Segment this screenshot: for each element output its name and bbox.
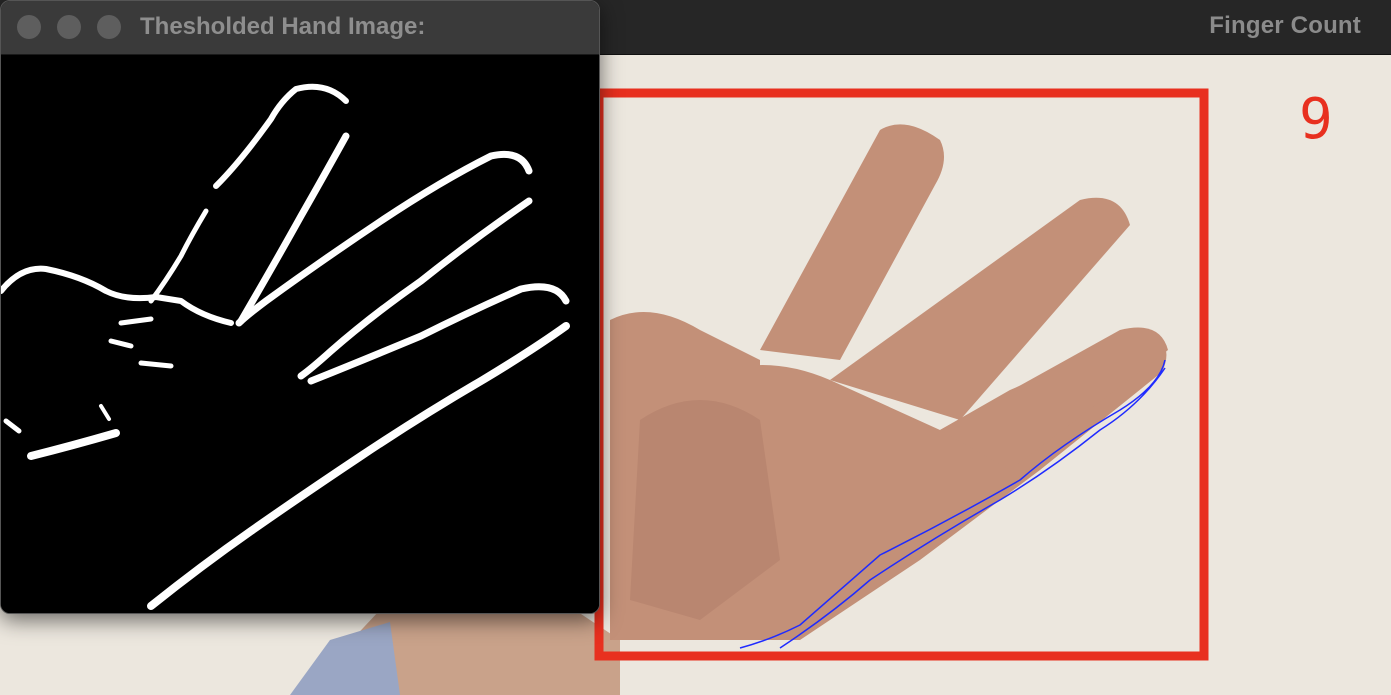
finger-count-title: Finger Count bbox=[1209, 12, 1361, 39]
threshold-window: Thesholded Hand Image: bbox=[0, 0, 600, 614]
zoom-window-button[interactable] bbox=[97, 15, 121, 39]
thresholded-image bbox=[1, 55, 599, 613]
minimize-window-button[interactable] bbox=[57, 15, 81, 39]
thresholded-edges-svg bbox=[1, 55, 599, 613]
threshold-titlebar[interactable]: Thesholded Hand Image: bbox=[1, 1, 599, 55]
edge-palm-3 bbox=[138, 360, 174, 369]
finger-count-value: 9 bbox=[1299, 87, 1333, 152]
close-window-button[interactable] bbox=[17, 15, 41, 39]
threshold-title: Thesholded Hand Image: bbox=[140, 13, 426, 40]
